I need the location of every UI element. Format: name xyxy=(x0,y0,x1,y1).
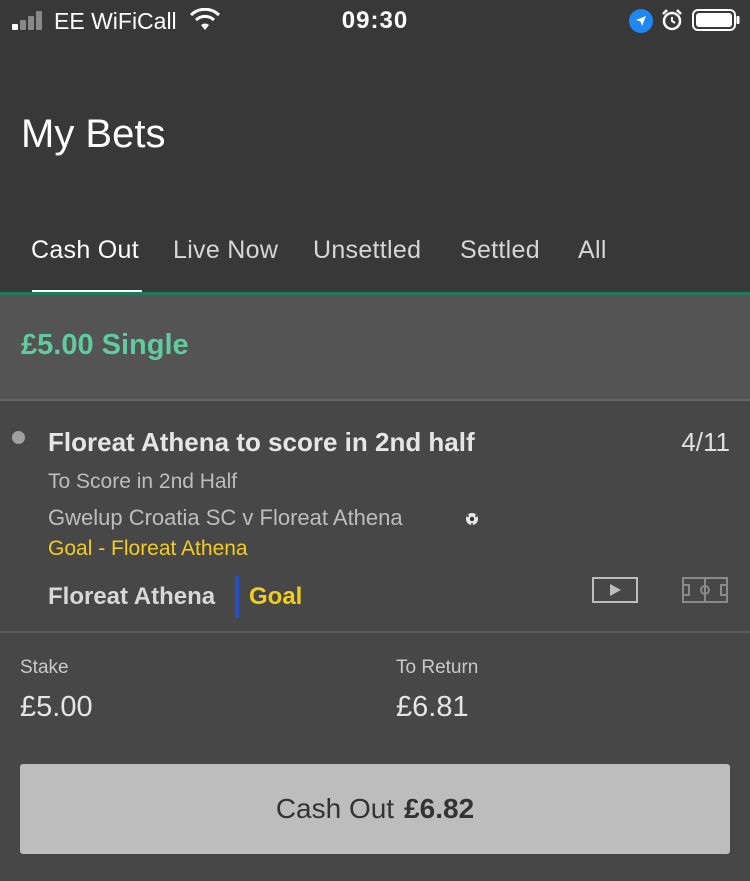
tab-unsettled[interactable]: Unsettled xyxy=(313,236,421,265)
return-value: £6.81 xyxy=(396,691,469,723)
cash-out-amount: £6.82 xyxy=(404,793,475,824)
market-name: To Score in 2nd Half xyxy=(48,470,238,493)
battery-icon xyxy=(692,9,740,31)
tab-settled[interactable]: Settled xyxy=(460,236,540,265)
cash-out-label: Cash Out xyxy=(275,793,395,824)
tab-cash-out[interactable]: Cash Out xyxy=(31,236,139,265)
cash-out-button[interactable]: Cash Out £6.82 xyxy=(20,764,730,854)
video-play-icon[interactable] xyxy=(592,577,638,605)
tab-bar: Cash Out Live Now Unsettled Settled All xyxy=(0,230,750,294)
selection-title: Floreat Athena to score in 2nd half xyxy=(48,427,475,457)
bet-type-label: £5.00 Single xyxy=(21,329,189,361)
selection-odds: 4/11 xyxy=(681,427,730,457)
tab-all[interactable]: All xyxy=(578,236,607,265)
stake-value: £5.00 xyxy=(20,691,93,723)
page-title: My Bets xyxy=(21,112,166,156)
tab-live-now[interactable]: Live Now xyxy=(173,236,278,265)
event-name: Gwelup Croatia SC v Floreat Athena xyxy=(48,505,403,530)
bet-header: £5.00 Single xyxy=(0,295,750,401)
bet-selection[interactable]: Floreat Athena to score in 2nd half 4/11… xyxy=(0,403,750,633)
football-icon xyxy=(466,513,478,525)
alarm-icon xyxy=(662,9,682,31)
app-header: EE WiFiCall 09:30 My Bets Cash Out Live … xyxy=(0,0,750,295)
selection-status-dot xyxy=(12,431,25,444)
result-line: Goal - Floreat Athena xyxy=(48,537,248,560)
stake-label: Stake xyxy=(20,657,69,678)
location-icon xyxy=(629,9,653,33)
incident-label: Goal xyxy=(249,583,303,610)
team-color-bar xyxy=(235,576,239,618)
return-label: To Return xyxy=(396,657,479,678)
pitch-icon[interactable] xyxy=(682,577,728,605)
team-name: Floreat Athena xyxy=(48,583,216,610)
status-bar: EE WiFiCall 09:30 xyxy=(0,0,750,40)
